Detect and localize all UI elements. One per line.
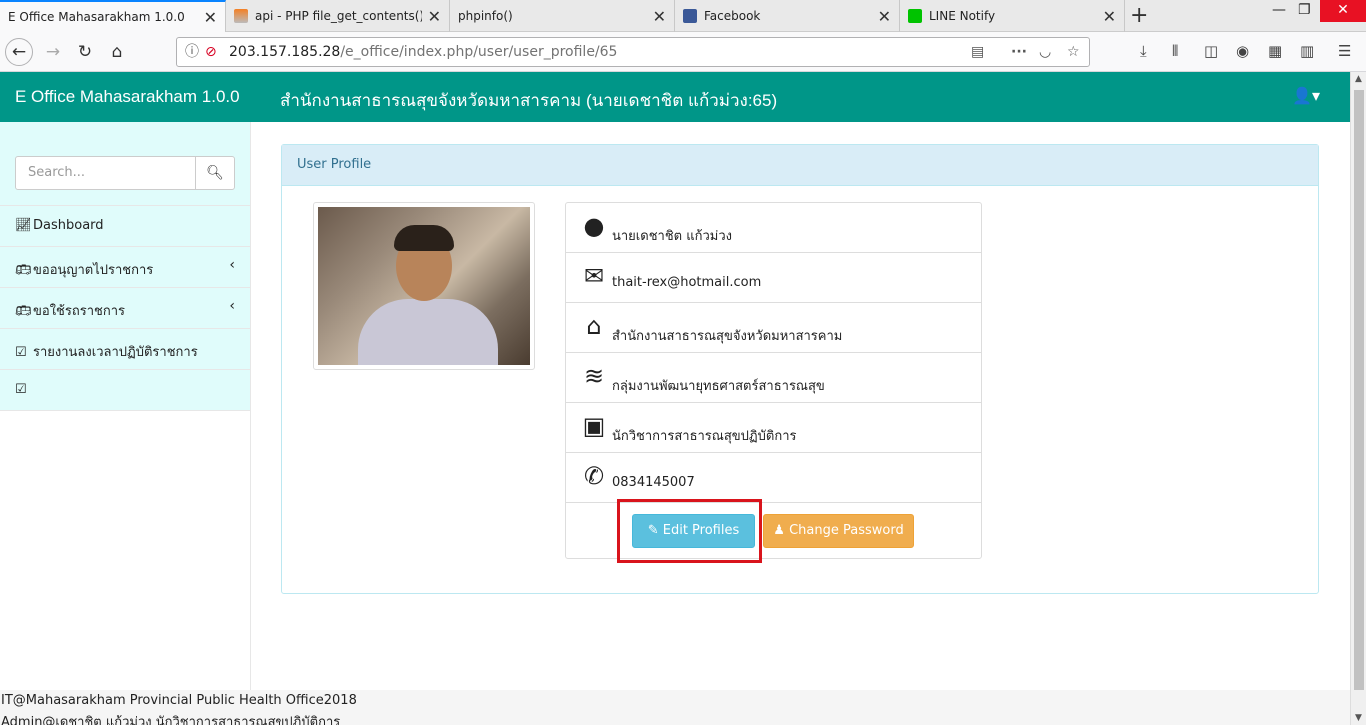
close-window-icon[interactable]: ✕: [1320, 0, 1366, 22]
chart-icon: 📈︎: [15, 218, 32, 233]
url-bar[interactable]: ⓘ ⊘ 203.157.185.28/e_office/index.php/us…: [176, 37, 1090, 67]
home-icon: ⌂: [586, 312, 602, 340]
close-tab-icon[interactable]: ✕: [653, 7, 666, 26]
tab-stackoverflow[interactable]: api - PHP file_get_contents() re ✕: [226, 0, 450, 32]
facebook-icon: [683, 9, 697, 23]
more-actions-icon[interactable]: ···: [1011, 38, 1027, 66]
main-content: User Profile ● นายเดชาชิต แก้วม่วง ✉ tha…: [251, 122, 1350, 690]
profile-phone-row: ✆ 0834145007: [566, 453, 981, 503]
minimize-icon[interactable]: —: [1272, 2, 1286, 18]
line-icon: [908, 9, 922, 23]
back-icon[interactable]: ←: [5, 38, 33, 66]
panel-title: User Profile: [282, 145, 1318, 186]
bus-icon: 🚌︎: [15, 263, 32, 278]
downloads-icon[interactable]: ⤓: [1140, 42, 1147, 60]
bus-icon: 🚌︎: [15, 304, 32, 319]
phone-icon: ✆: [583, 462, 605, 490]
tab-e-office[interactable]: E Office Mahasarakham 1.0.0 ✕: [0, 0, 226, 32]
sidebar-item-vehicle-request[interactable]: 🚌︎ขอใช้รถราชการ ‹: [0, 288, 250, 329]
home-icon[interactable]: ⌂: [103, 38, 131, 66]
address-card-icon: ▣: [582, 412, 606, 440]
reload-icon[interactable]: ↻: [71, 38, 99, 66]
profile-position-row: ▣ นักวิชาการสาธารณสุขปฏิบัติการ: [566, 403, 981, 453]
footer-line-1: IT@Mahasarakham Provincial Public Health…: [1, 693, 357, 708]
calendar-check-icon: ☑: [15, 382, 27, 397]
search-input[interactable]: Search...: [16, 157, 196, 189]
profile-name-row: ● นายเดชาชิต แก้วม่วง: [566, 203, 981, 253]
extension-2-icon[interactable]: ▥: [1300, 42, 1314, 60]
sidebar: Search... 🔍︎ 📈︎Dashboard 🚌︎ขออนุญาตไปราช…: [0, 122, 251, 690]
browser-nav-bar: ← → ↻ ⌂ ⓘ ⊘ 203.157.185.28/e_office/inde…: [0, 32, 1366, 72]
extension-icon[interactable]: ▦: [1268, 42, 1282, 60]
profile-office-row: ⌂ สำนักงานสาธารณสุขจังหวัดมหาสารคาม: [566, 303, 981, 353]
insecure-lock-icon[interactable]: ⊘: [205, 38, 217, 66]
envelope-icon: ✉: [583, 262, 605, 290]
layers-icon: ≋: [583, 362, 605, 390]
scroll-up-icon[interactable]: ▲: [1355, 74, 1362, 84]
browser-tab-bar: E Office Mahasarakham 1.0.0 ✕ api - PHP …: [0, 0, 1366, 32]
user-profile-panel: User Profile ● นายเดชาชิต แก้วม่วง ✉ tha…: [281, 144, 1319, 594]
profile-department-row: ≋ กลุ่มงานพัฒนายุทธศาสตร์สาธารณสุข: [566, 353, 981, 403]
user-circle-icon: ●: [583, 212, 605, 240]
tab-facebook[interactable]: Facebook ✕: [675, 0, 900, 32]
menu-icon[interactable]: ☰: [1338, 42, 1351, 60]
sidebar-item-travel-request[interactable]: 🚌︎ขออนุญาตไปราชการ ‹: [0, 247, 250, 288]
profile-photo: [313, 202, 535, 370]
app-header: E Office Mahasarakham 1.0.0 สำนักงานสาธา…: [0, 72, 1350, 122]
tab-phpinfo[interactable]: phpinfo() ✕: [450, 0, 675, 32]
forward-icon[interactable]: →: [39, 38, 67, 66]
change-password-button[interactable]: ♟ Change Password: [763, 514, 914, 548]
search-button[interactable]: 🔍︎: [196, 157, 234, 189]
user-secret-icon: ♟: [773, 523, 790, 538]
footer: IT@Mahasarakham Provincial Public Health…: [0, 690, 1350, 725]
new-tab-icon[interactable]: +: [1130, 3, 1148, 28]
sidebar-toggle-icon[interactable]: ◫: [1204, 42, 1218, 60]
sidebar-search-area: Search... 🔍︎: [0, 122, 250, 206]
scroll-down-icon[interactable]: ▼: [1355, 713, 1362, 723]
restore-icon[interactable]: ❐: [1298, 2, 1311, 18]
chevron-left-icon: ‹: [229, 298, 235, 314]
search-group: Search... 🔍︎: [15, 156, 235, 190]
search-icon: 🔍︎: [206, 165, 224, 181]
info-icon[interactable]: ⓘ: [185, 38, 199, 66]
sidebar-item-attendance-report[interactable]: ☑ รายงานลงเวลาปฏิบัติราชการ: [0, 329, 250, 370]
close-tab-icon[interactable]: ✕: [1103, 7, 1116, 26]
chevron-left-icon: ‹: [229, 257, 235, 273]
close-tab-icon[interactable]: ✕: [204, 8, 217, 27]
sidebar-item-calendar[interactable]: ☑: [0, 370, 250, 411]
pocket-icon[interactable]: ◡: [1039, 38, 1051, 66]
org-title: สำนักงานสาธารณสุขจังหวัดมหาสารคาม (นายเด…: [280, 91, 778, 110]
highlight-box: [617, 499, 762, 563]
user-menu-icon[interactable]: 👤▾: [1292, 86, 1320, 105]
reader-view-icon[interactable]: ▤: [971, 38, 984, 66]
sidebar-item-dashboard[interactable]: 📈︎Dashboard: [0, 206, 250, 247]
close-tab-icon[interactable]: ✕: [878, 7, 891, 26]
page-scrollbar[interactable]: ▲ ▼: [1350, 72, 1366, 725]
profile-email-row: ✉ thait-rex@hotmail.com: [566, 253, 981, 303]
brand-title[interactable]: E Office Mahasarakham 1.0.0: [15, 87, 240, 107]
bookmark-star-icon[interactable]: ☆: [1067, 38, 1080, 66]
library-icon[interactable]: ⫴: [1172, 42, 1178, 60]
calendar-check-icon: ☑: [15, 345, 27, 360]
scroll-thumb[interactable]: [1354, 90, 1364, 690]
tab-line-notify[interactable]: LINE Notify ✕: [900, 0, 1125, 32]
stackoverflow-icon: [234, 9, 248, 23]
footer-line-2: Admin@เดชาชิต แก้วม่วง นักวิชาการสาธารณส…: [1, 715, 341, 725]
close-tab-icon[interactable]: ✕: [428, 7, 441, 26]
account-icon[interactable]: ◉: [1236, 42, 1249, 60]
